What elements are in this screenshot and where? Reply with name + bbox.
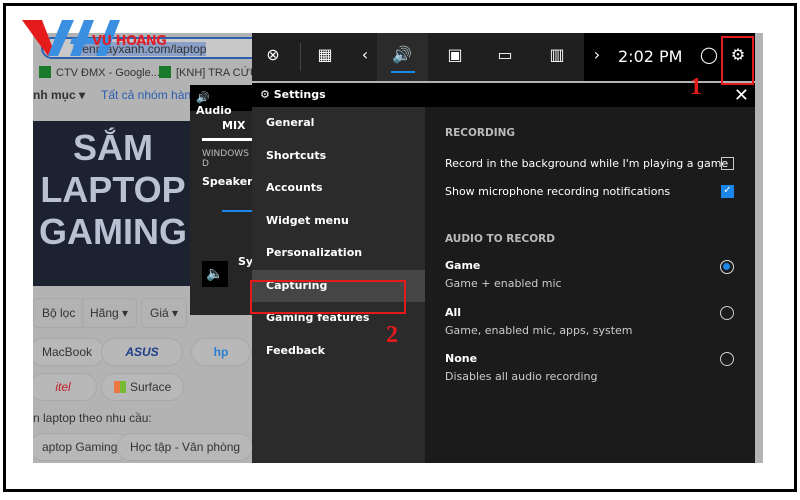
nav-general[interactable]: General <box>252 107 425 140</box>
brand-filter[interactable]: Hãng ▾ <box>81 298 138 328</box>
nav-accounts[interactable]: Accounts <box>252 172 425 205</box>
need-gaming[interactable]: aptop Gaming <box>33 433 131 461</box>
filter-button[interactable]: Bộ lọc <box>33 298 85 328</box>
clock: 2:02 PM <box>618 47 683 66</box>
record-background-checkbox[interactable] <box>721 157 734 170</box>
needs-label: n laptop theo nhu cầu: <box>33 411 152 425</box>
brand-hp[interactable]: hp <box>191 338 251 366</box>
audio-widget-button[interactable]: 🔊 <box>377 33 428 81</box>
close-icon[interactable]: ✕ <box>734 85 749 106</box>
mic-notifications-checkbox[interactable]: ✓ <box>721 185 734 198</box>
annotation-number: 1 <box>690 74 702 100</box>
settings-header: ⚙ Settings <box>252 83 755 107</box>
radio-game[interactable] <box>720 260 734 274</box>
nav-feedback[interactable]: Feedback <box>252 335 425 368</box>
audio-icon: 🔊 <box>392 45 412 64</box>
price-filter[interactable]: Giá ▾ <box>141 298 188 328</box>
bookmark[interactable]: [KNH] TRA CỨU <box>159 66 258 79</box>
brand-surface[interactable]: Surface <box>101 373 185 401</box>
xbox-icon[interactable]: ⊗ <box>260 45 286 64</box>
chevron-right-icon[interactable]: › <box>584 45 610 64</box>
widget-icon[interactable]: ▦ <box>312 45 338 64</box>
nav-personalization[interactable]: Personalization <box>252 237 425 270</box>
logo-text: VU HOANG <box>92 34 167 49</box>
category-menu[interactable]: nh mục ▾ <box>33 88 85 102</box>
nav-widget-menu[interactable]: Widget menu <box>252 205 425 238</box>
brand-itel[interactable]: itel <box>33 373 97 401</box>
promo-banner[interactable]: SẮM LAPTOP GAMING <box>33 121 193 286</box>
game-bar: ⊗ ▦ ‹ 🔊 ▣ ▭ ▥ › 2:02 PM ◯ ⚙ <box>252 33 755 81</box>
annotation-number: 2 <box>386 322 398 348</box>
windows-logo-icon <box>114 381 126 393</box>
volume-slider[interactable] <box>222 210 252 212</box>
annotation-box-gear <box>721 36 754 85</box>
brand-asus[interactable]: ASUS <box>101 338 183 366</box>
nav-shortcuts[interactable]: Shortcuts <box>252 140 425 173</box>
brand-macbook[interactable]: MacBook <box>33 338 106 366</box>
gear-icon: ⚙ <box>260 88 270 101</box>
annotation-box-capturing <box>250 280 406 314</box>
record-background-label: Record in the background while I'm playi… <box>445 157 729 170</box>
capture-icon[interactable]: ▣ <box>442 45 468 64</box>
mic-notifications-label: Show microphone recording notifications <box>445 185 671 198</box>
bookmark[interactable]: CTV ĐMX - Google... <box>39 66 160 79</box>
speakers-label: Speakers <box>202 175 252 188</box>
audio-widget: 🔊 Audio MIX WINDOWS D Speakers 🔈 Sy <box>190 85 252 315</box>
all-categories-link[interactable]: Tất cả nhóm hàng <box>101 88 198 102</box>
speaker-icon: 🔈 <box>202 261 228 287</box>
mouse-icon[interactable]: ◯ <box>696 45 722 64</box>
performance-icon[interactable]: ▭ <box>492 45 518 64</box>
settings-panel: ⚙ Settings ✕ General Shortcuts Accounts … <box>252 83 755 463</box>
audio-header: 🔊 Audio <box>190 85 252 117</box>
radio-none[interactable] <box>720 352 734 366</box>
resources-icon[interactable]: ▥ <box>544 45 570 64</box>
need-study-office[interactable]: Học tập - Văn phòng <box>117 433 254 461</box>
radio-all[interactable] <box>720 306 734 320</box>
chevron-left-icon[interactable]: ‹ <box>352 45 378 64</box>
